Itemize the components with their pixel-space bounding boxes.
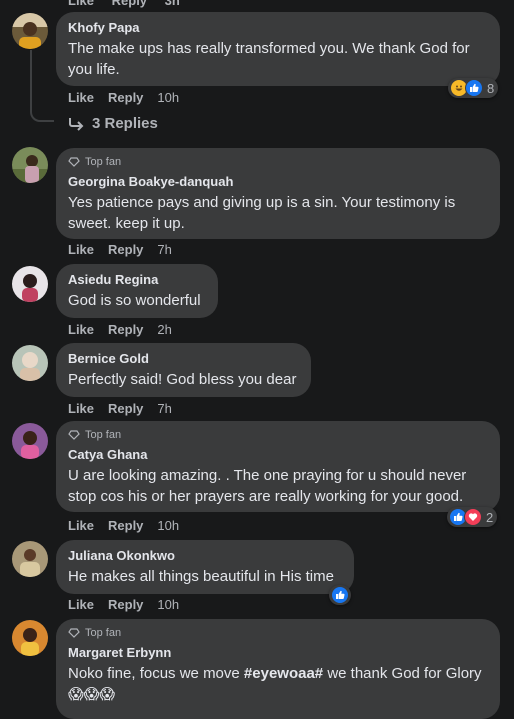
comment-bubble: Juliana Okonkwo He makes all things beau… (56, 540, 354, 594)
diamond-icon (68, 157, 80, 167)
comment-actions: Like Reply 10h (68, 89, 179, 105)
replies-count[interactable]: 3 Replies (92, 115, 158, 132)
love-icon (464, 508, 482, 526)
comment-actions: Like Reply 7h (68, 241, 172, 257)
reply-link[interactable]: Reply (108, 90, 143, 105)
thread-line (30, 50, 32, 105)
like-link[interactable]: Like (68, 90, 94, 105)
badge-label: Top fan (85, 627, 122, 639)
comment-text: Perfectly said! God bless you dear (68, 371, 297, 388)
avatar[interactable] (12, 147, 48, 183)
like-icon (331, 586, 349, 604)
reply-link[interactable]: Reply (108, 242, 143, 257)
like-link[interactable]: Like (68, 597, 94, 612)
comment-bubble: Bernice Gold Perfectly said! God bless y… (56, 343, 311, 397)
commenter-name[interactable]: Catya Ghana (68, 447, 488, 463)
comment-time[interactable]: 7h (157, 242, 171, 257)
comment-text: Noko fine, focus we move #eyewoaa# we th… (68, 663, 488, 705)
commenter-name[interactable]: Margaret Erbynn (68, 645, 488, 661)
like-link[interactable]: Like (68, 401, 94, 416)
diamond-icon (68, 628, 80, 638)
commenter-name[interactable]: Asiedu Regina (68, 272, 206, 288)
comment-text: U are looking amazing. . The one praying… (68, 467, 467, 505)
previous-comment-actions: Like Reply 3h (68, 0, 194, 8)
thread-connector (30, 100, 54, 122)
avatar[interactable] (12, 13, 48, 49)
reply-link[interactable]: Reply (108, 322, 143, 337)
comment-bubble: Top fan Catya Ghana U are looking amazin… (56, 421, 500, 512)
top-fan-badge: Top fan (68, 429, 488, 441)
top-fan-badge: Top fan (68, 156, 488, 168)
comment-actions: Like Reply 7h (68, 400, 172, 416)
comment-time[interactable]: 10h (157, 518, 179, 533)
comment-text-start: Noko fine, focus we move (68, 665, 244, 682)
avatar[interactable] (12, 345, 48, 381)
comment-actions: Like Reply 2h (68, 321, 172, 337)
comment-bubble: Asiedu Regina God is so wonderful (56, 264, 218, 318)
reply-link[interactable]: Reply (108, 597, 143, 612)
avatar[interactable] (12, 620, 48, 656)
reaction-summary[interactable] (329, 585, 351, 605)
view-replies-button[interactable]: 3 Replies (68, 115, 158, 132)
badge-label: Top fan (85, 156, 122, 168)
reply-link[interactable]: Reply (112, 0, 147, 8)
comment-text: The make ups has really transformed you.… (68, 40, 470, 78)
comment-time: 3h (164, 0, 180, 8)
comment-text: He makes all things beautiful in His tim… (68, 568, 334, 585)
commenter-name[interactable]: Bernice Gold (68, 351, 299, 367)
diamond-icon (68, 430, 80, 440)
reply-link[interactable]: Reply (108, 401, 143, 416)
comment-time[interactable]: 2h (157, 322, 171, 337)
reaction-summary[interactable]: 8 (448, 78, 499, 98)
badge-label: Top fan (85, 429, 122, 441)
comment-text: Yes patience pays and giving up is a sin… (68, 194, 456, 232)
reaction-count: 8 (487, 80, 495, 96)
comment-actions: Like Reply 10h (68, 517, 179, 533)
commenter-name[interactable]: Juliana Okonkwo (68, 548, 342, 564)
comment-actions: Like Reply 10h (68, 596, 179, 612)
reaction-count: 2 (486, 509, 494, 525)
reaction-summary[interactable]: 2 (447, 507, 498, 527)
comment-time[interactable]: 7h (157, 401, 171, 416)
like-link[interactable]: Like (68, 322, 94, 337)
comment-time[interactable]: 10h (157, 90, 179, 105)
avatar[interactable] (12, 423, 48, 459)
commenter-name[interactable]: Georgina Boakye-danquah (68, 174, 488, 190)
reply-link[interactable]: Reply (108, 518, 143, 533)
comment-text: God is so wonderful (68, 292, 201, 309)
like-link[interactable]: Like (68, 0, 94, 8)
avatar[interactable] (12, 541, 48, 577)
commenter-name[interactable]: Khofy Papa (68, 20, 488, 36)
avatar[interactable] (12, 266, 48, 302)
comment-time[interactable]: 10h (157, 597, 179, 612)
hashtag-link[interactable]: #eyewoaa# (244, 665, 323, 682)
like-link[interactable]: Like (68, 242, 94, 257)
comment-bubble: Top fan Margaret Erbynn Noko fine, focus… (56, 619, 500, 719)
top-fan-badge: Top fan (68, 627, 488, 639)
like-icon (465, 79, 483, 97)
like-link[interactable]: Like (68, 518, 94, 533)
reply-arrow-icon (69, 117, 84, 131)
comment-bubble: Top fan Georgina Boakye-danquah Yes pati… (56, 148, 500, 239)
comment-bubble: Khofy Papa The make ups has really trans… (56, 12, 500, 86)
